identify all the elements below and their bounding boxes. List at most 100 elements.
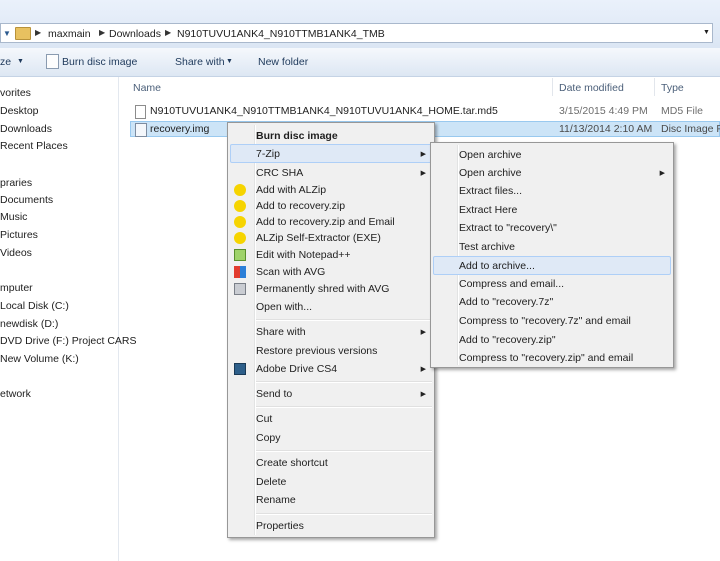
submenu-arrow-icon: ▶ [420,151,426,158]
submenu-arrow-icon: ▶ [420,366,426,373]
menu-item-edit-with-notepad[interactable]: Edit with Notepad++ [256,249,351,261]
submenu-item-compress-7z-email[interactable]: Compress to "recovery.7z" and email [459,315,631,327]
burn-disc-image-button[interactable]: Burn disc image [62,56,137,68]
nav-item-new-volume[interactable]: New Volume (K:) [0,353,79,365]
menu-item-cut[interactable]: Cut [256,413,272,425]
menu-item-add-with-alzip[interactable]: Add with ALZip [256,184,326,196]
disc-image-icon [135,123,147,137]
disc-icon [46,54,59,69]
menu-item-scan-with-avg[interactable]: Scan with AVG [256,266,325,278]
nav-item-pictures[interactable]: Pictures [0,229,38,241]
menu-item-crc-sha[interactable]: CRC SHA [256,167,303,179]
notepad-plus-plus-icon [234,249,246,261]
menu-item-add-to-zip-email[interactable]: Add to recovery.zip and Email [256,216,395,228]
7zip-submenu: Open archive Open archive ▶ Extract file… [430,142,674,368]
nav-item-computer[interactable]: mputer [0,282,33,294]
menu-item-delete[interactable]: Delete [256,476,286,488]
submenu-item-open-archive[interactable]: Open archive [459,149,521,161]
submenu-item-compress-zip-email[interactable]: Compress to "recovery.zip" and email [459,352,633,364]
nav-item-downloads[interactable]: Downloads [0,123,52,135]
submenu-item-open-archive-more[interactable]: Open archive [459,167,521,179]
share-with-button[interactable]: Share with [175,56,225,68]
alzip-icon [234,216,246,228]
column-header-date[interactable]: Date modified [559,82,624,94]
chevron-down-icon[interactable]: ▼ [226,58,233,65]
menu-item-7zip[interactable]: 7-Zip [256,148,280,160]
submenu-item-add-to-archive[interactable]: Add to archive... [459,260,535,272]
nav-item-recent-places[interactable]: Recent Places [0,140,68,152]
submenu-arrow-icon: ▶ [659,170,665,177]
menu-item-create-shortcut[interactable]: Create shortcut [256,457,328,469]
column-divider[interactable] [654,78,655,96]
menu-separator [256,381,432,383]
menu-item-properties[interactable]: Properties [256,520,304,532]
menu-item-send-to[interactable]: Send to [256,388,292,400]
column-header-name[interactable]: Name [133,82,161,94]
nav-item-music[interactable]: Music [0,211,27,223]
nav-item-dvd-drive[interactable]: DVD Drive (F:) Project CARS [0,335,137,347]
menu-separator [256,450,432,452]
navigation-pane: vorites Desktop Downloads Recent Places … [0,77,137,561]
file-name: recovery.img [150,123,210,135]
menu-item-open-with[interactable]: Open with... [256,301,312,313]
file-date: 11/13/2014 2:10 AM [559,123,653,135]
shredder-icon [234,283,246,295]
submenu-arrow-icon: ▶ [420,170,426,177]
submenu-item-extract-here[interactable]: Extract Here [459,204,517,216]
breadcrumb-current-folder[interactable]: N910TUVU1ANK4_N910TTMB1ANK4_TMB [177,28,385,40]
menu-item-alzip-self-extractor[interactable]: ALZip Self-Extractor (EXE) [256,232,381,244]
nav-item-desktop[interactable]: Desktop [0,105,39,117]
file-name: N910TUVU1ANK4_N910TTMB1ANK4_N910TUVU1ANK… [150,105,498,117]
alzip-icon [234,184,246,196]
file-type: MD5 File [661,105,704,117]
column-header-type[interactable]: Type [661,82,684,94]
submenu-item-extract-to-folder[interactable]: Extract to "recovery\" [459,222,557,234]
breadcrumb-maxmain[interactable]: maxmain [48,28,91,40]
menu-item-permanently-shred[interactable]: Permanently shred with AVG [256,283,389,295]
folder-icon [15,27,31,40]
menu-item-rename[interactable]: Rename [256,494,296,506]
menu-item-burn-disc-image[interactable]: Burn disc image [256,130,338,142]
breadcrumb-separator[interactable]: ▶ [99,28,105,37]
nav-item-documents[interactable]: Documents [0,194,53,206]
submenu-item-test-archive[interactable]: Test archive [459,241,515,253]
nav-item-network[interactable]: etwork [0,388,31,400]
command-bar: ze ▼ Burn disc image Share with ▼ New fo… [0,48,720,77]
menu-item-adobe-drive[interactable]: Adobe Drive CS4 [256,363,337,375]
submenu-item-add-to-zip[interactable]: Add to "recovery.zip" [459,334,556,346]
avg-icon [234,266,246,278]
nav-item-videos[interactable]: Videos [0,247,32,259]
submenu-arrow-icon: ▶ [420,391,426,398]
menu-item-restore-previous[interactable]: Restore previous versions [256,345,377,357]
address-bar[interactable]: ▼ ▶ maxmain ▶ Downloads ▶ N910TUVU1ANK4_… [0,23,713,43]
adobe-drive-icon [234,363,246,375]
menu-separator [256,319,432,321]
file-type: Disc Image File [661,123,720,135]
menu-separator [256,513,432,515]
submenu-arrow-icon: ▶ [420,329,426,336]
submenu-item-compress-and-email[interactable]: Compress and email... [459,278,564,290]
nav-item-libraries[interactable]: praries [0,177,32,189]
submenu-item-extract-files[interactable]: Extract files... [459,185,522,197]
chevron-down-icon[interactable]: ▼ [703,29,710,36]
breadcrumb-separator[interactable]: ▶ [35,28,41,37]
submenu-item-add-to-7z[interactable]: Add to "recovery.7z" [459,296,553,308]
menu-item-copy[interactable]: Copy [256,432,281,444]
organize-button[interactable]: ze [0,56,11,68]
menu-item-share-with[interactable]: Share with [256,326,306,338]
alzip-icon [234,200,246,212]
chevron-down-icon[interactable]: ▼ [17,58,24,65]
nav-item-newdisk[interactable]: newdisk (D:) [0,318,58,330]
context-menu: Burn disc image 7-Zip ▶ CRC SHA ▶ Add wi… [227,122,435,538]
new-folder-button[interactable]: New folder [258,56,308,68]
menu-item-add-to-zip[interactable]: Add to recovery.zip [256,200,345,212]
alzip-icon [234,232,246,244]
breadcrumb-downloads[interactable]: Downloads [109,28,161,40]
menu-separator [256,406,432,408]
column-divider[interactable] [552,78,553,96]
back-arrow-icon[interactable]: ▼ [3,29,11,38]
file-row[interactable]: N910TUVU1ANK4_N910TTMB1ANK4_N910TUVU1ANK… [131,103,720,120]
nav-item-local-disk[interactable]: Local Disk (C:) [0,300,69,312]
breadcrumb-separator[interactable]: ▶ [165,28,171,37]
nav-item-favorites[interactable]: vorites [0,87,31,99]
